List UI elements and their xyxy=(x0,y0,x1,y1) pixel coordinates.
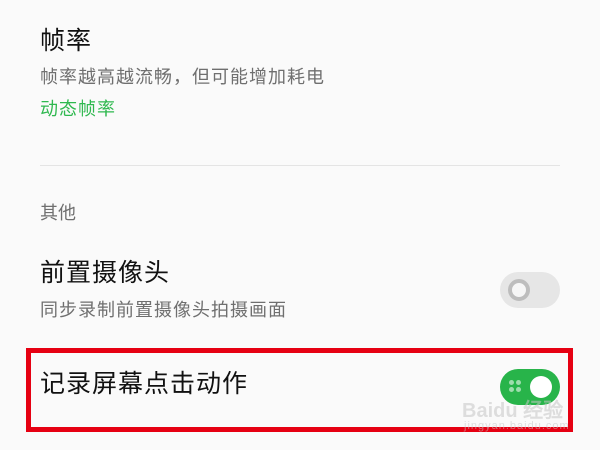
section-divider xyxy=(40,165,560,166)
front-camera-title: 前置摄像头 xyxy=(40,258,171,287)
front-camera-toggle[interactable] xyxy=(500,272,560,308)
section-header-other: 其他 xyxy=(40,203,76,224)
framerate-description: 帧率越高越流畅，但可能增加耗电 xyxy=(40,67,325,88)
framerate-value-link[interactable]: 动态帧率 xyxy=(40,99,116,121)
toggle-knob xyxy=(508,279,530,301)
watermark-url: jingyan.baidu.com xyxy=(464,420,570,432)
watermark-text: Baidu 经验 xyxy=(462,400,564,422)
settings-screen: 帧率 帧率越高越流畅，但可能增加耗电 动态帧率 其他 前置摄像头 同步录制前置摄… xyxy=(0,0,600,450)
framerate-title: 帧率 xyxy=(40,26,93,55)
baidu-watermark: Baidu 经验 jingyan.baidu.com xyxy=(462,394,592,438)
front-camera-description: 同步录制前置摄像头拍摄画面 xyxy=(40,300,287,321)
